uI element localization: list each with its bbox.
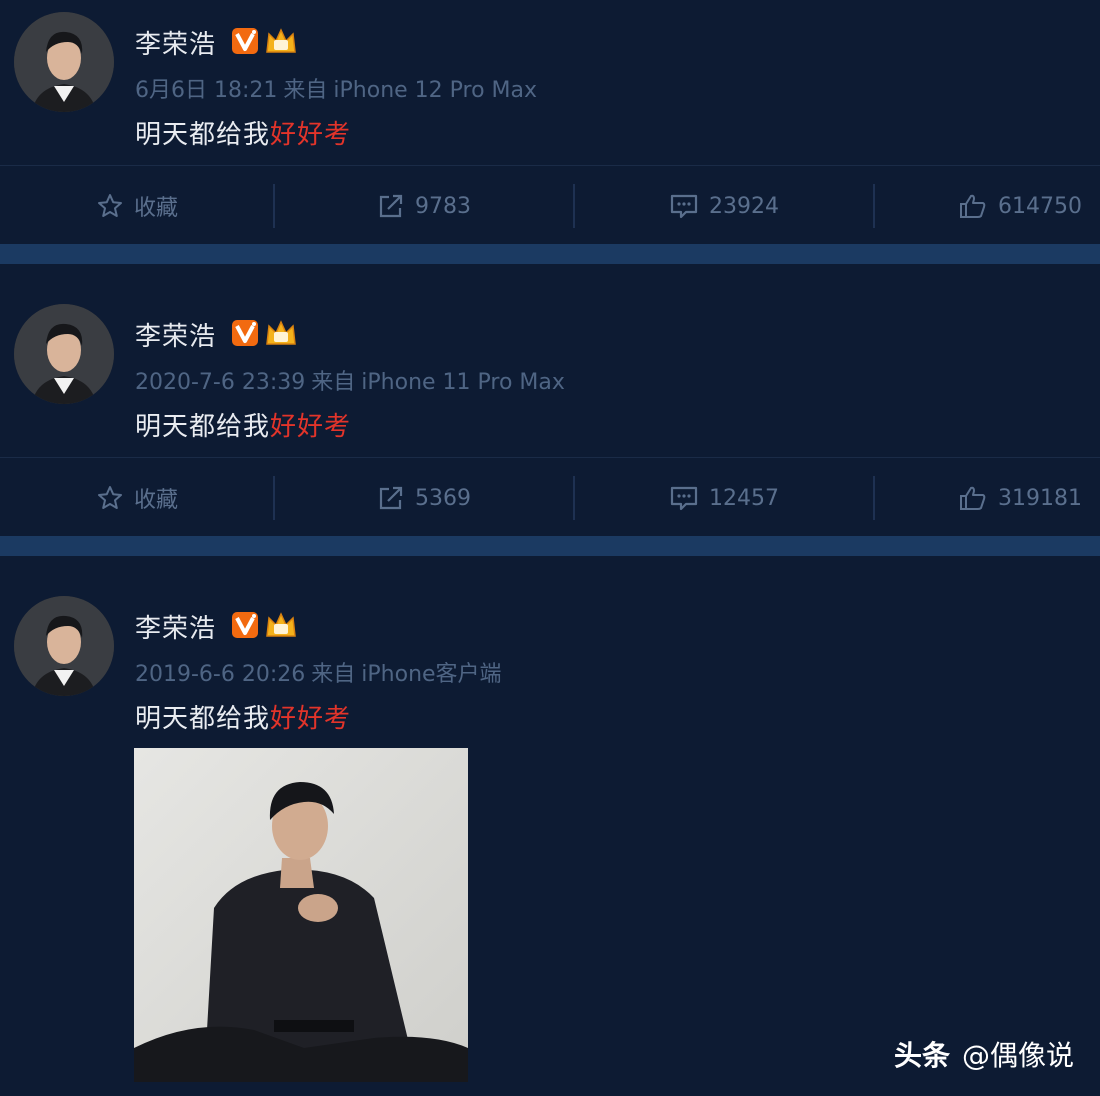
repost-icon bbox=[379, 486, 403, 510]
favorite-button[interactable]: 收藏 bbox=[0, 458, 274, 538]
verified-v-icon bbox=[232, 28, 258, 54]
avatar[interactable] bbox=[14, 12, 114, 112]
badge-group bbox=[232, 318, 298, 348]
post-source: iPhone客户端 bbox=[361, 662, 502, 687]
post-text-plain: 明天都给我 bbox=[135, 120, 271, 150]
post-timestamp: 6月6日 18:21 bbox=[135, 78, 278, 103]
repost-button[interactable]: 5369 bbox=[274, 458, 574, 538]
comment-icon bbox=[670, 194, 698, 219]
username[interactable]: 李荣浩 bbox=[135, 608, 216, 645]
avatar[interactable] bbox=[14, 304, 114, 404]
favorite-label: 收藏 bbox=[133, 488, 178, 513]
like-button[interactable]: 319181 bbox=[874, 458, 1100, 538]
repost-count: 5369 bbox=[415, 485, 471, 511]
watermark-handle: @偶像说 bbox=[961, 1039, 1074, 1072]
post-text-plain: 明天都给我 bbox=[135, 704, 271, 734]
repost-icon bbox=[379, 194, 403, 218]
comment-icon bbox=[670, 486, 698, 511]
username[interactable]: 李荣浩 bbox=[135, 24, 216, 61]
repost-count: 9783 bbox=[415, 193, 471, 219]
post-text-highlight: 好好考 bbox=[270, 412, 352, 442]
comment-count: 12457 bbox=[709, 485, 779, 511]
comment-button[interactable]: 23924 bbox=[574, 166, 874, 246]
post-text: 明天都给我好好考 bbox=[135, 114, 351, 151]
post-meta: 2019-6-6 20:26 来自 iPhone客户端 bbox=[135, 656, 508, 688]
like-icon bbox=[960, 486, 986, 510]
favorite-button[interactable]: 收藏 bbox=[0, 166, 274, 246]
post-text-plain: 明天都给我 bbox=[135, 412, 271, 442]
post-source: iPhone 12 Pro Max bbox=[333, 78, 538, 103]
post-image[interactable] bbox=[134, 748, 468, 1082]
verified-v-icon bbox=[232, 612, 258, 638]
post-text: 明天都给我好好考 bbox=[135, 698, 351, 735]
like-count: 614750 bbox=[998, 193, 1082, 219]
post-source: iPhone 11 Pro Max bbox=[361, 370, 565, 395]
action-bar: 收藏 9783 23924 614750 bbox=[0, 166, 1100, 246]
post-meta: 6月6日 18:21 来自 iPhone 12 Pro Max bbox=[135, 72, 543, 104]
post-card[interactable]: 李荣浩 2020-7-6 23:39 来自 iPhone 11 Pro Max 明天… bbox=[0, 264, 1100, 536]
post-text-highlight: 好好考 bbox=[270, 704, 352, 734]
source-prefix: 来自 bbox=[311, 662, 356, 687]
feed-separator bbox=[0, 244, 1100, 264]
post-timestamp: 2020-7-6 23:39 bbox=[135, 370, 306, 395]
star-icon bbox=[97, 486, 122, 509]
like-count: 319181 bbox=[998, 485, 1082, 511]
username[interactable]: 李荣浩 bbox=[135, 316, 216, 353]
post-card[interactable]: 李荣浩 6月6日 18:21 来自 iPhone 12 Pro Max 明天都给我好… bbox=[0, 0, 1100, 244]
repost-button[interactable]: 9783 bbox=[274, 166, 574, 246]
watermark: 头条 @偶像说 bbox=[894, 1034, 1074, 1074]
crown-icon bbox=[264, 26, 298, 56]
weibo-feed: 李荣浩 6月6日 18:21 来自 iPhone 12 Pro Max 明天都给我好… bbox=[0, 0, 1100, 1096]
crown-icon bbox=[264, 318, 298, 348]
comment-count: 23924 bbox=[709, 193, 779, 219]
crown-icon bbox=[264, 610, 298, 640]
post-text-highlight: 好好考 bbox=[270, 120, 352, 150]
post-text: 明天都给我好好考 bbox=[135, 406, 351, 443]
verified-v-icon bbox=[232, 320, 258, 346]
post-card[interactable]: 李荣浩 2019-6-6 20:26 来自 iPhone客户端 明天都给我好好考 bbox=[0, 556, 1100, 1096]
action-bar: 收藏 5369 12457 319181 bbox=[0, 458, 1100, 538]
like-icon bbox=[960, 194, 986, 218]
comment-button[interactable]: 12457 bbox=[574, 458, 874, 538]
avatar[interactable] bbox=[14, 596, 114, 696]
feed-separator bbox=[0, 536, 1100, 556]
source-prefix: 来自 bbox=[311, 370, 356, 395]
watermark-brand: 头条 bbox=[893, 1039, 950, 1072]
star-icon bbox=[97, 194, 122, 217]
badge-group bbox=[232, 610, 298, 640]
badge-group bbox=[232, 26, 298, 56]
post-meta: 2020-7-6 23:39 来自 iPhone 11 Pro Max bbox=[135, 364, 571, 396]
source-prefix: 来自 bbox=[283, 78, 328, 103]
post-timestamp: 2019-6-6 20:26 bbox=[135, 662, 306, 687]
favorite-label: 收藏 bbox=[133, 196, 178, 221]
like-button[interactable]: 614750 bbox=[874, 166, 1100, 246]
